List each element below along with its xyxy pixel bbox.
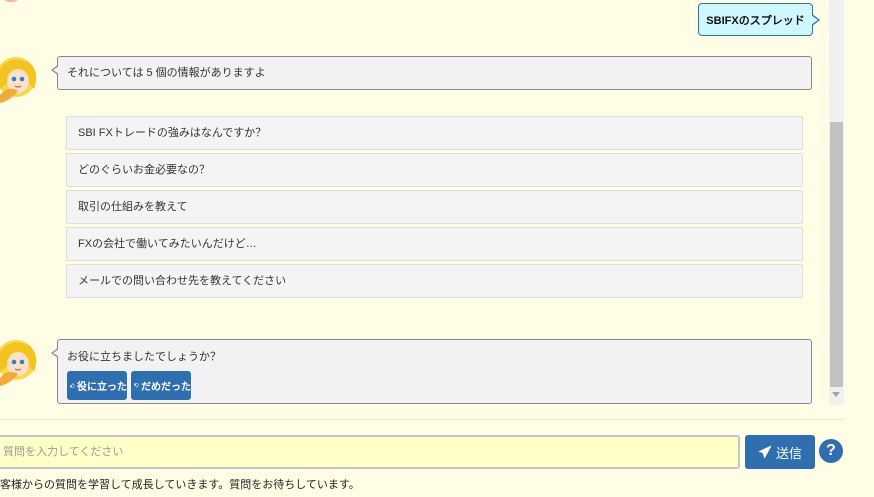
chat-log: SBIFXのスプレッド それについては 5 個の情報がありますよ SBI FXト…	[0, 0, 829, 405]
user-message-bubble: SBIFXのスプレッド	[698, 3, 820, 36]
send-button[interactable]: 送信	[745, 435, 815, 469]
bot-avatar	[0, 55, 38, 103]
previous-avatar	[0, 0, 22, 2]
bot-avatar	[0, 338, 38, 386]
helpful-button[interactable]: 役に立った	[67, 371, 127, 400]
question-input[interactable]	[0, 435, 740, 469]
thumbs-down-icon	[134, 383, 139, 388]
bot-message-text: それについては 5 個の情報がありますよ	[67, 67, 266, 79]
suggestion-list: SBI FXトレードの強みはなんですか？ どのぐらいお金必要なの？ 取引の仕組み…	[66, 116, 803, 301]
thumbs-up-icon	[70, 383, 75, 388]
footer-note: 客様からの質問を学習して成長していきます。質問をお待ちしています。	[0, 479, 360, 491]
suggestion-item[interactable]: どのぐらいお金必要なの？	[66, 153, 803, 187]
question-circle-icon[interactable]: ?	[819, 439, 843, 463]
feedback-question: お役に立ちましたでしょうか？	[67, 351, 221, 363]
scroll-down-arrow-icon[interactable]	[832, 392, 840, 397]
feedback-bubble: お役に立ちましたでしょうか？ 役に立った だめだった	[51, 339, 812, 404]
help-label: ?	[826, 442, 836, 459]
send-label: 送信	[775, 445, 802, 461]
suggestion-item[interactable]: FXの会社で働いてみたいんだけど…	[66, 227, 803, 261]
suggestion-item[interactable]: SBI FXトレードの強みはなんですか？	[66, 116, 803, 150]
paper-plane-icon	[758, 445, 772, 459]
divider	[0, 419, 844, 420]
suggestion-item[interactable]: メールでの問い合わせ先を教えてください	[66, 264, 803, 298]
not-helpful-label: だめだった	[141, 382, 191, 393]
scrollbar-thumb[interactable]	[830, 122, 843, 387]
not-helpful-button[interactable]: だめだった	[131, 371, 191, 400]
helpful-label: 役に立った	[77, 382, 127, 393]
feedback-buttons: 役に立った だめだった	[67, 371, 802, 400]
bot-message-bubble: それについては 5 個の情報がありますよ	[51, 56, 812, 90]
chat-scrollbar[interactable]	[829, 0, 844, 405]
suggestion-item[interactable]: 取引の仕組みを教えて	[66, 190, 803, 224]
user-message-text: SBIFXのスプレッド	[706, 14, 805, 27]
